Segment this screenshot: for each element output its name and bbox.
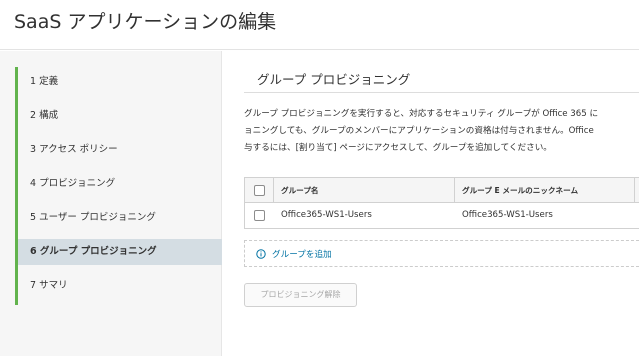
page-title: SaaS アプリケーションの編集 [14, 11, 277, 33]
wizard-sidebar: 1 定義 2 構成 3 アクセス ポリシー 4 プロビジョニング 5 ユーザー … [0, 51, 222, 356]
column-header-email-nickname[interactable]: グループ E メールのニックネーム [462, 178, 578, 203]
add-group-link[interactable]: グループを追加 [256, 241, 332, 266]
step-provisioning[interactable]: 4 プロビジョニング [18, 171, 222, 197]
group-table: グループ名 グループ E メールのニックネーム Office365-WS1-Us… [244, 177, 639, 229]
description: グループ プロビジョニングを実行すると、対応するセキュリティ グループが Off… [244, 106, 639, 157]
deprovision-button[interactable]: プロビジョニング解除 [244, 283, 357, 307]
row-checkbox[interactable] [254, 210, 265, 221]
cell-group-name: Office365-WS1-Users [281, 210, 372, 220]
title-bar: SaaS アプリケーションの編集 [0, 0, 639, 50]
cell-email-nickname: Office365-WS1-Users [462, 210, 553, 220]
column-divider [634, 178, 635, 203]
wizard-steps: 1 定義 2 構成 3 アクセス ポリシー 4 プロビジョニング 5 ユーザー … [15, 67, 222, 305]
select-all-checkbox[interactable] [254, 185, 265, 196]
description-line: グループ プロビジョニングを実行すると、対応するセキュリティ グループが Off… [244, 109, 599, 119]
description-line: ョニングしても、グループのメンバーにアプリケーションの資格は付与されません。Of… [244, 126, 594, 136]
main-panel: グループ プロビジョニング グループ プロビジョニングを実行すると、対応するセキ… [223, 51, 639, 356]
description-line: 与するには、[割り当て] ページにアクセスして、グループを追加してください。 [244, 143, 552, 153]
column-divider [273, 178, 274, 203]
step-group-provisioning[interactable]: 6 グループ プロビジョニング [18, 239, 222, 265]
step-definition[interactable]: 1 定義 [18, 69, 222, 95]
column-divider [454, 178, 455, 203]
step-access-policy[interactable]: 3 アクセス ポリシー [18, 137, 222, 163]
step-summary[interactable]: 7 サマリ [18, 273, 222, 299]
step-configuration[interactable]: 2 構成 [18, 103, 222, 129]
section-divider [244, 92, 639, 93]
add-group-zone: グループを追加 [244, 240, 639, 267]
column-header-group-name[interactable]: グループ名 [281, 178, 319, 203]
add-group-label: グループを追加 [272, 249, 332, 260]
table-header: グループ名 グループ E メールのニックネーム [245, 178, 639, 203]
info-icon [256, 248, 266, 259]
step-user-provisioning[interactable]: 5 ユーザー プロビジョニング [18, 205, 222, 231]
table-row[interactable]: Office365-WS1-Users Office365-WS1-Users [245, 203, 639, 228]
section-title: グループ プロビジョニング [257, 72, 411, 87]
